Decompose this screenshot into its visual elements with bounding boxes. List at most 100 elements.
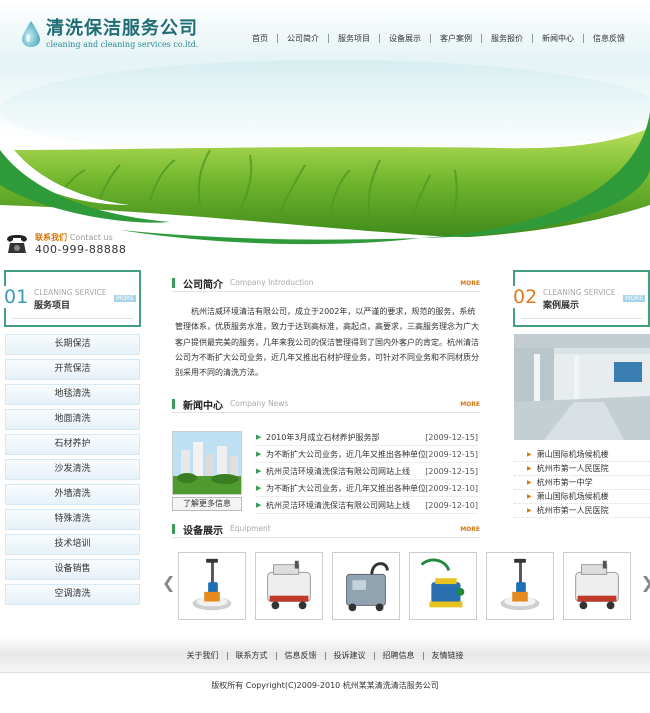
brand-logo[interactable]: 清洗保洁服务公司 cleaning and cleaning services … — [20, 18, 198, 50]
telephone-icon — [7, 235, 27, 253]
carpet-extractor-icon — [333, 553, 399, 619]
case-item[interactable]: ▶ 萧山国际机场候机楼 — [514, 448, 650, 462]
news-title-text: 2010年3月成立石材养护服务部 — [266, 432, 380, 442]
news-more-link[interactable]: MORE — [460, 401, 480, 408]
arrow-right-icon: ▶ — [256, 467, 262, 475]
equipment-thumbnail[interactable] — [563, 552, 631, 620]
section-marker — [172, 278, 175, 288]
pool-cleaner-icon — [410, 553, 476, 619]
arrow-right-icon: ▶ — [256, 484, 262, 492]
arrow-right-icon: ▶ — [527, 465, 532, 472]
news-date: [2009-12-15] — [425, 432, 478, 442]
contact-label-en: Contact us — [69, 233, 113, 242]
service-item[interactable]: 长期保洁 — [5, 334, 140, 355]
news-row[interactable]: ▶ 为不断扩大公司业务，近几年又推出各种单位 [2009-12-10] — [256, 480, 478, 497]
service-item[interactable]: 地毯清洗 — [5, 384, 140, 405]
footer-link[interactable]: 投诉建议 — [326, 650, 374, 661]
news-row[interactable]: ▶ 杭州灵洁环境清洗保洁有限公司网站上线 [2009-12-15] — [256, 463, 478, 480]
service-item[interactable]: 石材养护 — [5, 434, 140, 455]
nav-services[interactable]: 服务项目 — [329, 33, 379, 44]
case-item[interactable]: ▶ 杭州市第一人民医院 — [514, 504, 650, 518]
nav-about[interactable]: 公司简介 — [278, 33, 328, 44]
service-item[interactable]: 外墙清洗 — [5, 484, 140, 505]
news-title-en: Company News — [230, 399, 289, 408]
contact-phone: 400-999-88888 — [35, 243, 127, 256]
scrubber-dryer-icon — [564, 553, 630, 619]
carousel-next-icon[interactable]: ❯ — [641, 573, 650, 592]
case-item-label: 杭州市第一中学 — [536, 478, 593, 487]
equipment-thumbnail[interactable] — [178, 552, 246, 620]
service-item[interactable]: 特殊清洗 — [5, 509, 140, 530]
brand-subtitle: cleaning and cleaning services co.ltd. — [46, 40, 199, 49]
nav-home[interactable]: 首页 — [243, 33, 277, 44]
equipment-more-link[interactable]: MORE — [460, 526, 480, 533]
services-box-en: CLEANING SERVICE — [34, 288, 107, 297]
news-title-text: 为不断扩大公司业务，近几年又推出各种单位 — [266, 449, 426, 459]
equipment-carousel: ❮ ❯ — [160, 547, 650, 627]
service-item[interactable]: 开荒保洁 — [5, 359, 140, 380]
case-item-label: 萧山国际机场候机楼 — [536, 450, 609, 459]
contact-block: 联系我们 Contact us 400-999-88888 — [5, 232, 126, 256]
equipment-thumbnail[interactable] — [409, 552, 477, 620]
arrow-right-icon: ▶ — [527, 507, 532, 514]
case-item-label: 杭州市第一人民医院 — [536, 464, 609, 473]
service-item[interactable]: 沙发清洗 — [5, 459, 140, 480]
case-item[interactable]: ▶ 萧山国际机场候机楼 — [514, 490, 650, 504]
about-text: 杭州洁威环境清洁有限公司，成立于2002年，以严谨的要求，规范的服务，系统管理体… — [175, 307, 479, 378]
cases-box-en: CLEANING SERVICE — [543, 288, 616, 297]
nav-news[interactable]: 新闻中心 — [533, 33, 583, 44]
equipment-thumbnail[interactable] — [255, 552, 323, 620]
service-item[interactable]: 技术培训 — [5, 534, 140, 555]
arrow-right-icon: ▶ — [256, 450, 262, 458]
equipment-thumbnail[interactable] — [486, 552, 554, 620]
services-box-header: 01 CLEANING SERVICE 服务项目 MORE — [4, 270, 141, 327]
arrow-right-icon: ▶ — [256, 501, 262, 509]
floor-polisher-icon — [179, 553, 245, 619]
service-item[interactable]: 地面清洗 — [5, 409, 140, 430]
water-drop-icon — [22, 21, 40, 47]
services-more-link[interactable]: MORE — [114, 295, 136, 302]
news-thumbnail[interactable] — [172, 431, 242, 495]
news-title: 新闻中心 — [183, 401, 223, 412]
news-more-button[interactable]: 了解更多信息 — [172, 497, 242, 511]
header-banner: 清洗保洁服务公司 cleaning and cleaning services … — [0, 0, 650, 250]
cases-more-link[interactable]: MORE — [623, 295, 645, 302]
news-row[interactable]: ▶ 为不断扩大公司业务，近几年又推出各种单位 [2009-12-15] — [256, 446, 478, 463]
lobby-interior-image — [514, 334, 650, 440]
footer-link[interactable]: 联系方式 — [228, 650, 276, 661]
case-photo[interactable] — [514, 334, 650, 440]
about-more-link[interactable]: MORE — [460, 280, 480, 287]
about-title-en: Company Introduction — [230, 278, 314, 287]
scrubber-dryer-icon — [256, 553, 322, 619]
news-title-text: 杭州灵洁环境清洗保洁有限公司网站上线 — [266, 466, 410, 476]
footer-link[interactable]: 招聘信息 — [375, 650, 423, 661]
case-item[interactable]: ▶ 杭州市第一人民医院 — [514, 462, 650, 476]
news-section-header: 新闻中心 Company News MORE — [172, 397, 480, 413]
section-marker — [172, 399, 175, 409]
news-row[interactable]: ▶ 杭州灵洁环境清洗保洁有限公司网站上线 [2009-12-10] — [256, 497, 478, 514]
news-title-text: 杭州灵洁环境清洗保洁有限公司网站上线 — [266, 500, 410, 510]
floor-polisher-icon — [487, 553, 553, 619]
case-item[interactable]: ▶ 杭州市第一中学 — [514, 476, 650, 490]
footer-link[interactable]: 信息反馈 — [277, 650, 325, 661]
service-item[interactable]: 空调清洗 — [5, 584, 140, 605]
footer-link[interactable]: 关于我们 — [179, 650, 227, 661]
about-section-header: 公司简介 Company Introduction MORE — [172, 276, 480, 292]
nav-pricing[interactable]: 服务报价 — [482, 33, 532, 44]
news-row[interactable]: ▶ 2010年3月成立石材养护服务部 [2009-12-15] — [256, 429, 478, 446]
nav-cases[interactable]: 客户案例 — [431, 33, 481, 44]
service-list: 长期保洁开荒保洁地毯清洗地面清洗石材养护沙发清洗外墙清洗特殊清洗技术培训设备销售… — [5, 334, 140, 609]
carousel-prev-icon[interactable]: ❮ — [162, 573, 175, 592]
section-marker — [172, 524, 175, 534]
cases-box-title: 案例展示 — [543, 301, 580, 311]
news-date: [2009-12-10] — [425, 483, 478, 493]
arrow-right-icon: ▶ — [256, 433, 262, 441]
cases-box-header: 02 CLEANING SERVICE 案例展示 MORE — [513, 270, 650, 327]
nav-feedback[interactable]: 信息反馈 — [584, 33, 634, 44]
equipment-thumbnail[interactable] — [332, 552, 400, 620]
cases-box-number: 02 — [513, 286, 540, 308]
nav-equipment[interactable]: 设备展示 — [380, 33, 430, 44]
footer-link[interactable]: 友情链接 — [424, 650, 472, 661]
city-buildings-image — [173, 432, 241, 494]
service-item[interactable]: 设备销售 — [5, 559, 140, 580]
